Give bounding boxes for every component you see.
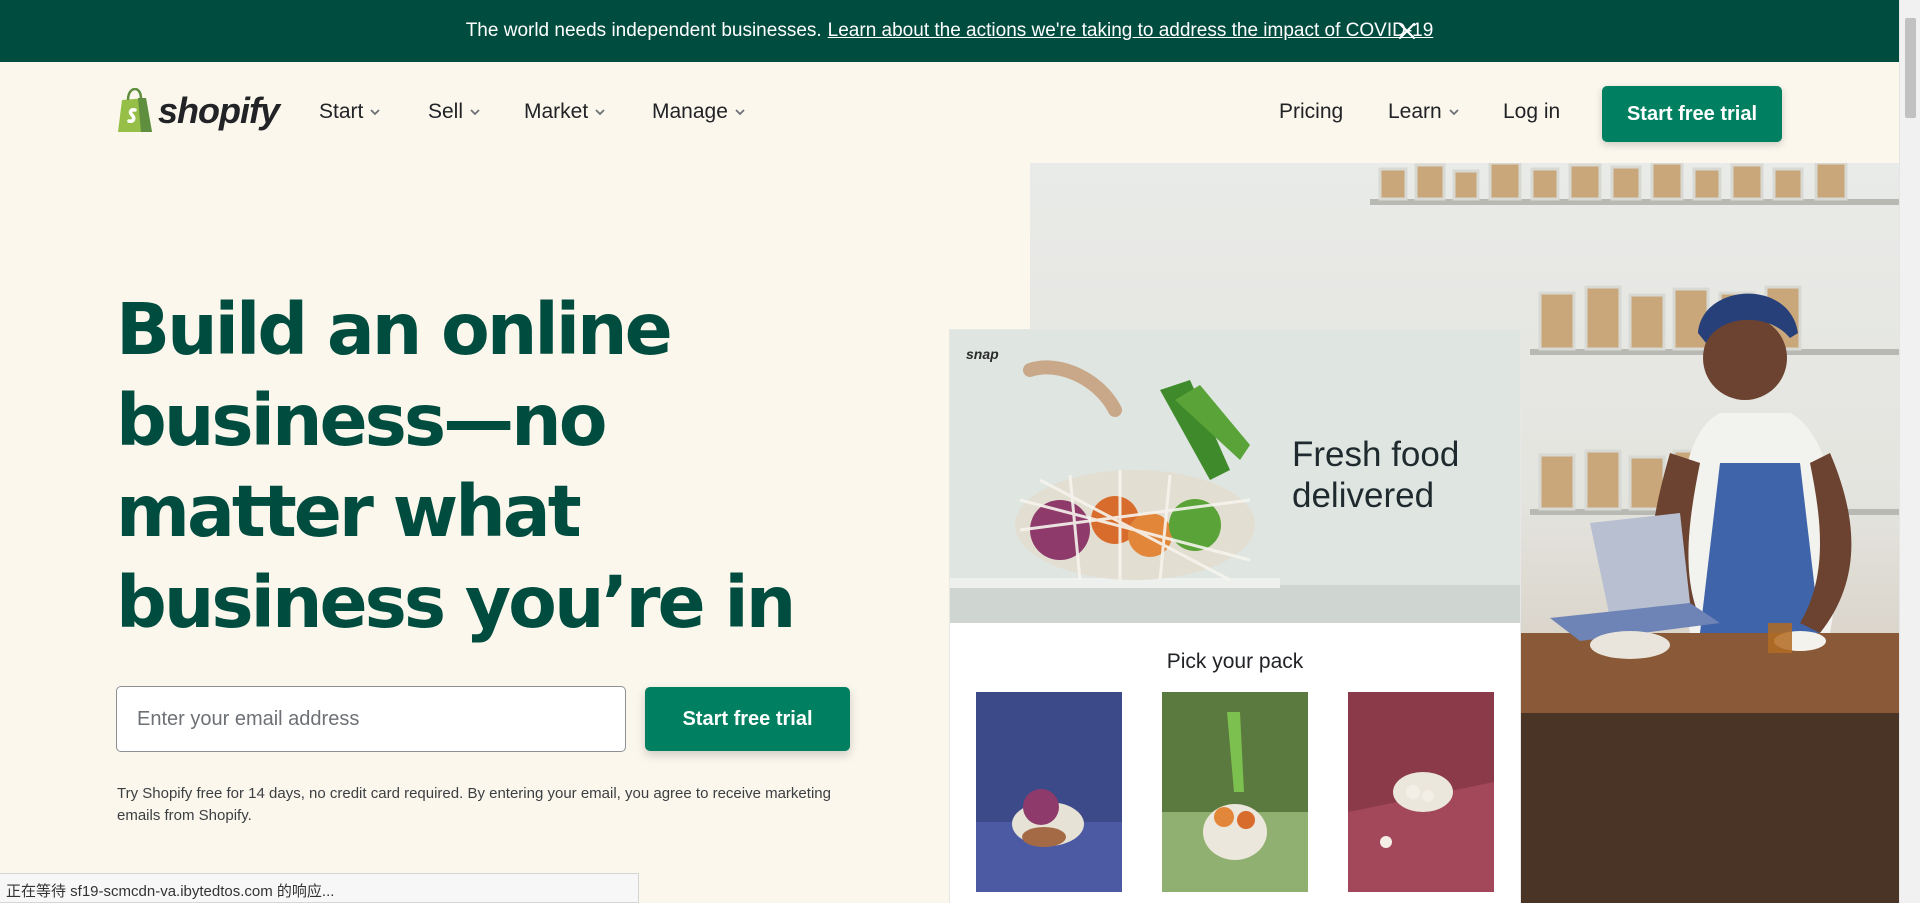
hero-start-trial-button[interactable]: Start free trial bbox=[645, 687, 850, 751]
produce-pack-image bbox=[976, 692, 1122, 892]
nav-start[interactable]: Start bbox=[319, 100, 381, 124]
close-icon[interactable] bbox=[1396, 20, 1418, 42]
chevron-down-icon bbox=[595, 109, 605, 116]
announcement-message: The world needs independent businesses. bbox=[465, 20, 822, 41]
covid-link[interactable]: Learn about the actions we're taking to … bbox=[828, 20, 1434, 42]
chevron-down-icon bbox=[1449, 109, 1459, 116]
hero-headline: Build an online business—no matter what … bbox=[116, 288, 796, 644]
chevron-down-icon bbox=[735, 109, 745, 116]
nav-market-label: Market bbox=[524, 100, 589, 123]
nav-sell-label: Sell bbox=[428, 100, 464, 123]
pick-pack-title: Pick your pack bbox=[1166, 650, 1304, 673]
pack-option[interactable] bbox=[1162, 692, 1308, 892]
nav-start-label: Start bbox=[319, 100, 364, 123]
nav-pricing[interactable]: Pricing bbox=[1279, 100, 1343, 124]
nav-manage[interactable]: Manage bbox=[652, 100, 746, 124]
site-header: shopify Start Sell Market Manage Pricing… bbox=[0, 62, 1899, 164]
trial-disclaimer: Try Shopify free for 14 days, no credit … bbox=[117, 785, 831, 824]
nav-learn-label: Learn bbox=[1388, 100, 1442, 123]
page-scrollbar[interactable] bbox=[1899, 0, 1920, 903]
produce-pack-image bbox=[1162, 692, 1308, 892]
logo-wordmark: shopify bbox=[158, 90, 280, 131]
nav-learn[interactable]: Learn bbox=[1388, 100, 1460, 124]
email-input[interactable] bbox=[116, 686, 626, 752]
pack-option[interactable] bbox=[976, 692, 1122, 892]
store-headline: Fresh food delivered bbox=[1292, 435, 1460, 515]
browser-status-bar: 正在等待 sf19-scmcdn-va.ibytedtos.com 的响应... bbox=[0, 873, 639, 903]
shopify-logo[interactable]: shopify bbox=[116, 88, 280, 134]
login-link[interactable]: Log in bbox=[1503, 100, 1560, 124]
produce-pack-image bbox=[1348, 692, 1494, 892]
store-brand: snap bbox=[966, 346, 999, 362]
pack-option[interactable] bbox=[1348, 692, 1494, 892]
nav-manage-label: Manage bbox=[652, 100, 728, 123]
announcement-bar: The world needs independent businesses. … bbox=[0, 0, 1899, 62]
nav-market[interactable]: Market bbox=[524, 100, 606, 124]
nav-sell[interactable]: Sell bbox=[428, 100, 481, 124]
store-preview-card: snap Fresh food delivered Pick your pack bbox=[950, 330, 1520, 903]
chevron-down-icon bbox=[370, 109, 380, 116]
shopping-bag-icon bbox=[118, 88, 152, 132]
header-start-trial-button[interactable]: Start free trial bbox=[1602, 86, 1782, 142]
scrollbar-thumb[interactable] bbox=[1905, 18, 1916, 118]
chevron-down-icon bbox=[470, 109, 480, 116]
card-banner: snap Fresh food delivered bbox=[950, 330, 1520, 623]
